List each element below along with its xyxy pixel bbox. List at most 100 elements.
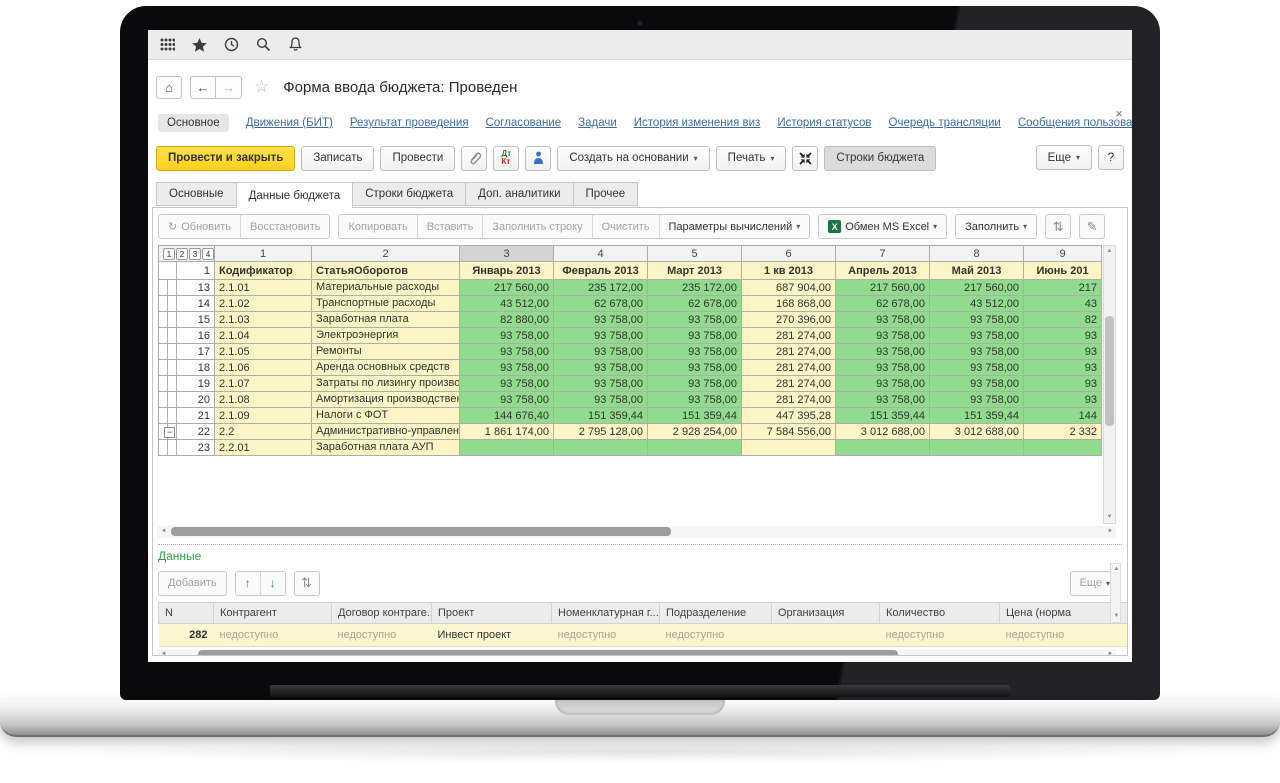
row-number[interactable]: 17 bbox=[177, 344, 215, 360]
apps-menu-icon[interactable] bbox=[158, 36, 176, 54]
row-number[interactable]: 282 bbox=[159, 624, 214, 647]
grid-cell-value[interactable]: 281 274,00 bbox=[742, 360, 836, 376]
data-cell[interactable]: недоступно bbox=[552, 624, 660, 647]
nav-link-posting-result[interactable]: Результат проведения bbox=[350, 117, 469, 129]
grid-cell-value[interactable]: 217 560,00 bbox=[836, 280, 930, 296]
column-header[interactable]: N bbox=[159, 603, 214, 624]
grid-cell-code[interactable]: 2.1.04 bbox=[215, 328, 312, 344]
grid-cell-value[interactable] bbox=[460, 440, 554, 456]
grid-cell-value[interactable]: 93 758,00 bbox=[930, 360, 1024, 376]
attachment-paperclip-icon[interactable] bbox=[461, 146, 487, 171]
search-icon[interactable] bbox=[254, 36, 272, 54]
row-number[interactable]: 19 bbox=[177, 376, 215, 392]
grid-cell-value[interactable]: 270 396,00 bbox=[742, 312, 836, 328]
more-button[interactable]: Еще▾ bbox=[1036, 145, 1092, 170]
grid-cell-value[interactable]: 281 274,00 bbox=[742, 392, 836, 408]
grid-cell-code[interactable]: 2.1.06 bbox=[215, 360, 312, 376]
column-header[interactable]: Контрагент bbox=[214, 603, 332, 624]
calc-params-button[interactable]: Параметры вычислений▾ bbox=[660, 215, 810, 238]
table-row[interactable]: 142.1.02Транспортные расходы43 512,0062 … bbox=[159, 296, 1102, 312]
column-header[interactable]: Май 2013 bbox=[930, 262, 1024, 280]
grid-cell-value[interactable]: 43 512,00 bbox=[460, 296, 554, 312]
grid-cell-value[interactable] bbox=[742, 440, 836, 456]
grid-cell-item[interactable]: Транспортные расходы bbox=[312, 296, 460, 312]
add-button[interactable]: Добавить bbox=[159, 572, 226, 595]
sort-icon[interactable]: ⇅ bbox=[1045, 214, 1071, 239]
tab-extra-analytics[interactable]: Доп. аналитики bbox=[465, 182, 572, 206]
move-down-icon[interactable]: ↓ bbox=[261, 572, 285, 595]
scroll-right-icon[interactable]: ► bbox=[1105, 649, 1116, 656]
grid-cell-code[interactable]: 2.2 bbox=[215, 424, 312, 440]
table-row[interactable]: 132.1.01Материальные расходы217 560,0023… bbox=[159, 280, 1102, 296]
data-cell[interactable] bbox=[772, 624, 880, 647]
grid-cell-value[interactable]: 144 676,40 bbox=[460, 408, 554, 424]
column-number-9[interactable]: 9 bbox=[1024, 246, 1102, 262]
grid-cell-value[interactable]: 93 758,00 bbox=[836, 392, 930, 408]
scroll-right-icon[interactable]: ► bbox=[1105, 526, 1116, 537]
column-header[interactable]: Договор контраге... bbox=[332, 603, 432, 624]
row-number[interactable]: 18 bbox=[177, 360, 215, 376]
table-row[interactable]: 202.1.08Амортизация производственного об… bbox=[159, 392, 1102, 408]
business-process-person-icon[interactable] bbox=[525, 146, 551, 171]
table-row[interactable]: 232.2.01Заработная плата АУП bbox=[159, 440, 1102, 456]
grid-cell-value[interactable]: 93 758,00 bbox=[554, 312, 648, 328]
grid-cell-value[interactable]: 93 758,00 bbox=[648, 344, 742, 360]
row-number[interactable]: 13 bbox=[177, 280, 215, 296]
grid-cell-value[interactable]: 93 758,00 bbox=[930, 376, 1024, 392]
excel-exchange-button[interactable]: XОбмен MS Excel▾ bbox=[819, 215, 946, 238]
row-number[interactable]: 20 bbox=[177, 392, 215, 408]
column-header[interactable]: СтатьяОборотов bbox=[312, 262, 460, 280]
grid-cell-value[interactable]: 93 758,00 bbox=[836, 328, 930, 344]
grid-cell-value[interactable] bbox=[930, 440, 1024, 456]
table-row[interactable]: 212.1.09Налоги с ФОТ144 676,40151 359,44… bbox=[159, 408, 1102, 424]
post-and-close-button[interactable]: Провести и закрыть bbox=[156, 146, 295, 171]
restore-button[interactable]: Восстановить bbox=[241, 215, 329, 238]
grid-cell-value[interactable]: 2 795 128,00 bbox=[554, 424, 648, 440]
favorite-star-icon[interactable]: ☆ bbox=[254, 77, 269, 97]
grid-cell-value[interactable]: 93 bbox=[1024, 392, 1102, 408]
grid-cell-value[interactable]: 93 758,00 bbox=[836, 376, 930, 392]
fill-button[interactable]: Заполнить▾ bbox=[956, 215, 1036, 238]
data-cell[interactable]: недоступно bbox=[1000, 624, 1129, 647]
row-number[interactable]: 22 bbox=[177, 424, 215, 440]
post-button[interactable]: Провести bbox=[380, 146, 455, 171]
grid-cell-value[interactable]: 62 678,00 bbox=[648, 296, 742, 312]
grid-cell-item[interactable]: Заработная плата bbox=[312, 312, 460, 328]
grid-cell-item[interactable]: Аренда основных средств bbox=[312, 360, 460, 376]
column-header[interactable]: Номенклатурная г... bbox=[552, 603, 660, 624]
grid-cell-item[interactable]: Ремонты bbox=[312, 344, 460, 360]
grid-cell-item[interactable]: Материальные расходы bbox=[312, 280, 460, 296]
grid-cell-value[interactable]: 93 bbox=[1024, 328, 1102, 344]
grid-cell-value[interactable] bbox=[648, 440, 742, 456]
data-horizontal-scrollbar[interactable]: ◄ ► bbox=[158, 649, 1116, 656]
grid-cell-item[interactable]: Затраты по лизингу производственных ОС bbox=[312, 376, 460, 392]
sort-icon[interactable]: ⇅ bbox=[294, 571, 320, 596]
column-header[interactable]: Количество bbox=[880, 603, 1000, 624]
column-header[interactable]: Январь 2013 bbox=[460, 262, 554, 280]
scroll-thumb[interactable] bbox=[1105, 316, 1114, 426]
fill-row-button[interactable]: Заполнить строку bbox=[483, 215, 592, 238]
nav-link-user-messages[interactable]: Сообщения пользователей bbox=[1018, 117, 1132, 129]
scroll-left-icon[interactable]: ◄ bbox=[158, 526, 169, 537]
splitter[interactable] bbox=[158, 544, 1122, 545]
grid-cell-item[interactable]: Электроэнергия bbox=[312, 328, 460, 344]
notifications-bell-icon[interactable] bbox=[286, 36, 304, 54]
column-header[interactable]: Март 2013 bbox=[648, 262, 742, 280]
debit-credit-icon[interactable]: ДтКт bbox=[493, 146, 519, 171]
grid-cell-value[interactable]: 93 758,00 bbox=[460, 344, 554, 360]
row-number[interactable]: 15 bbox=[177, 312, 215, 328]
grid-cell-value[interactable]: 281 274,00 bbox=[742, 344, 836, 360]
grid-cell-value[interactable]: 93 758,00 bbox=[554, 392, 648, 408]
grid-cell-value[interactable]: 151 359,44 bbox=[930, 408, 1024, 424]
grid-cell-value[interactable]: 82 880,00 bbox=[460, 312, 554, 328]
column-number-2[interactable]: 2 bbox=[312, 246, 460, 262]
group-level-button-1[interactable]: 1 bbox=[163, 248, 175, 260]
column-header[interactable]: 1 кв 2013 bbox=[742, 262, 836, 280]
grid-cell-value[interactable] bbox=[1024, 440, 1102, 456]
tab-main[interactable]: Основные bbox=[156, 182, 236, 206]
grid-cell-value[interactable]: 93 758,00 bbox=[930, 312, 1024, 328]
nav-item-main[interactable]: Основное bbox=[158, 114, 229, 132]
grid-cell-value[interactable]: 93 758,00 bbox=[648, 376, 742, 392]
grid-vertical-scrollbar[interactable]: ▲ ▼ bbox=[1103, 245, 1116, 524]
grid-cell-value[interactable]: 217 560,00 bbox=[930, 280, 1024, 296]
